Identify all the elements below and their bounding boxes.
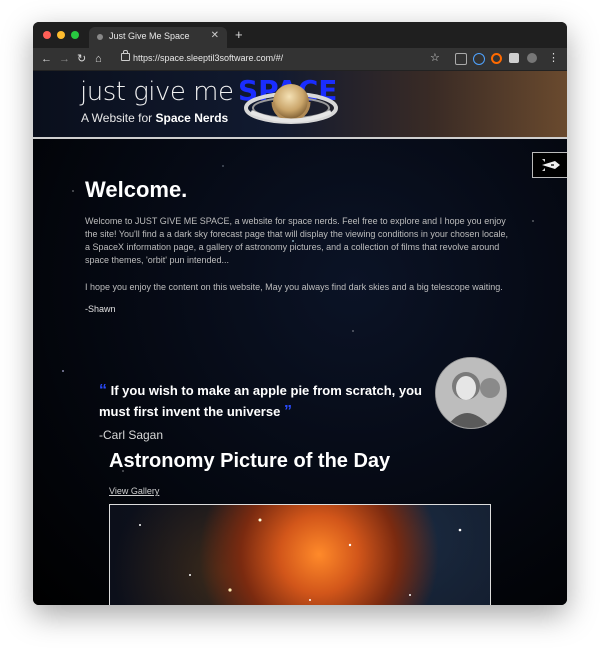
site-tagline: A Website for Space Nerds (81, 111, 228, 125)
close-window-button[interactable] (43, 31, 51, 39)
logo-prefix: just give me (80, 77, 234, 107)
tagline-bold: Space Nerds (155, 111, 229, 125)
browser-window: Just Give Me Space ✕ + ← → ↻ ⌂ https://s… (33, 22, 567, 605)
url-text[interactable]: https://space.sleeptil3software.com/#/ (133, 53, 283, 63)
site-header: just give me SPACE A Website for Space N… (33, 71, 567, 139)
reload-button[interactable]: ↻ (77, 52, 86, 66)
rocket-icon (542, 159, 560, 171)
extension-reader-icon[interactable] (455, 53, 467, 65)
bookmark-star-icon[interactable]: ☆ (430, 51, 440, 64)
extension-sync-icon[interactable] (491, 53, 502, 64)
forward-button[interactable]: → (59, 52, 70, 66)
saturn-logo-icon (244, 84, 338, 124)
browser-menu-icon[interactable]: ⋮ (548, 51, 559, 64)
lock-icon (121, 50, 130, 61)
page-viewport: just give me SPACE A Website for Space N… (33, 71, 567, 605)
browser-toolbar: ← → ↻ ⌂ https://space.sleeptil3software.… (33, 48, 567, 71)
favicon-icon (97, 34, 103, 40)
quote-body: If you wish to make an apple pie from sc… (99, 383, 422, 419)
open-quote-icon: “ (99, 382, 107, 399)
rocket-menu-button[interactable] (532, 152, 567, 178)
quote-author: -Carl Sagan (99, 428, 164, 442)
apod-heading: Astronomy Picture of the Day (109, 450, 391, 472)
maximize-window-button[interactable] (71, 31, 79, 39)
back-button[interactable]: ← (41, 52, 52, 66)
nebula-image (139, 518, 462, 601)
tab-title: Just Give Me Space (109, 31, 190, 41)
welcome-paragraph-1: Welcome to JUST GIVE ME SPACE, a website… (85, 216, 508, 265)
tagline-prefix: A Website for (81, 111, 153, 125)
profile-avatar[interactable] (527, 53, 537, 63)
extension-react-icon[interactable] (473, 53, 485, 65)
welcome-heading: Welcome. (85, 177, 188, 202)
welcome-signature: -Shawn (85, 304, 116, 314)
window-controls (43, 31, 79, 39)
portrait-photo (436, 358, 506, 428)
carl-sagan-portrait (435, 357, 507, 429)
minimize-window-button[interactable] (57, 31, 65, 39)
extensions-puzzle-icon[interactable] (509, 53, 519, 63)
close-quote-icon: ” (283, 403, 292, 420)
view-gallery-link[interactable]: View Gallery (109, 486, 159, 496)
quote-text: “ If you wish to make an apple pie from … (99, 380, 431, 422)
new-tab-button[interactable]: + (235, 27, 243, 42)
address-bar[interactable]: https://space.sleeptil3software.com/#/ (117, 50, 457, 67)
home-button[interactable]: ⌂ (95, 52, 102, 66)
welcome-paragraph-2: I hope you enjoy the content on this web… (85, 282, 503, 292)
apod-image[interactable] (109, 504, 491, 605)
tab-close-icon[interactable]: ✕ (211, 30, 219, 41)
tab-active[interactable]: Just Give Me Space ✕ (89, 27, 227, 48)
tab-bar: Just Give Me Space ✕ + (33, 22, 567, 48)
